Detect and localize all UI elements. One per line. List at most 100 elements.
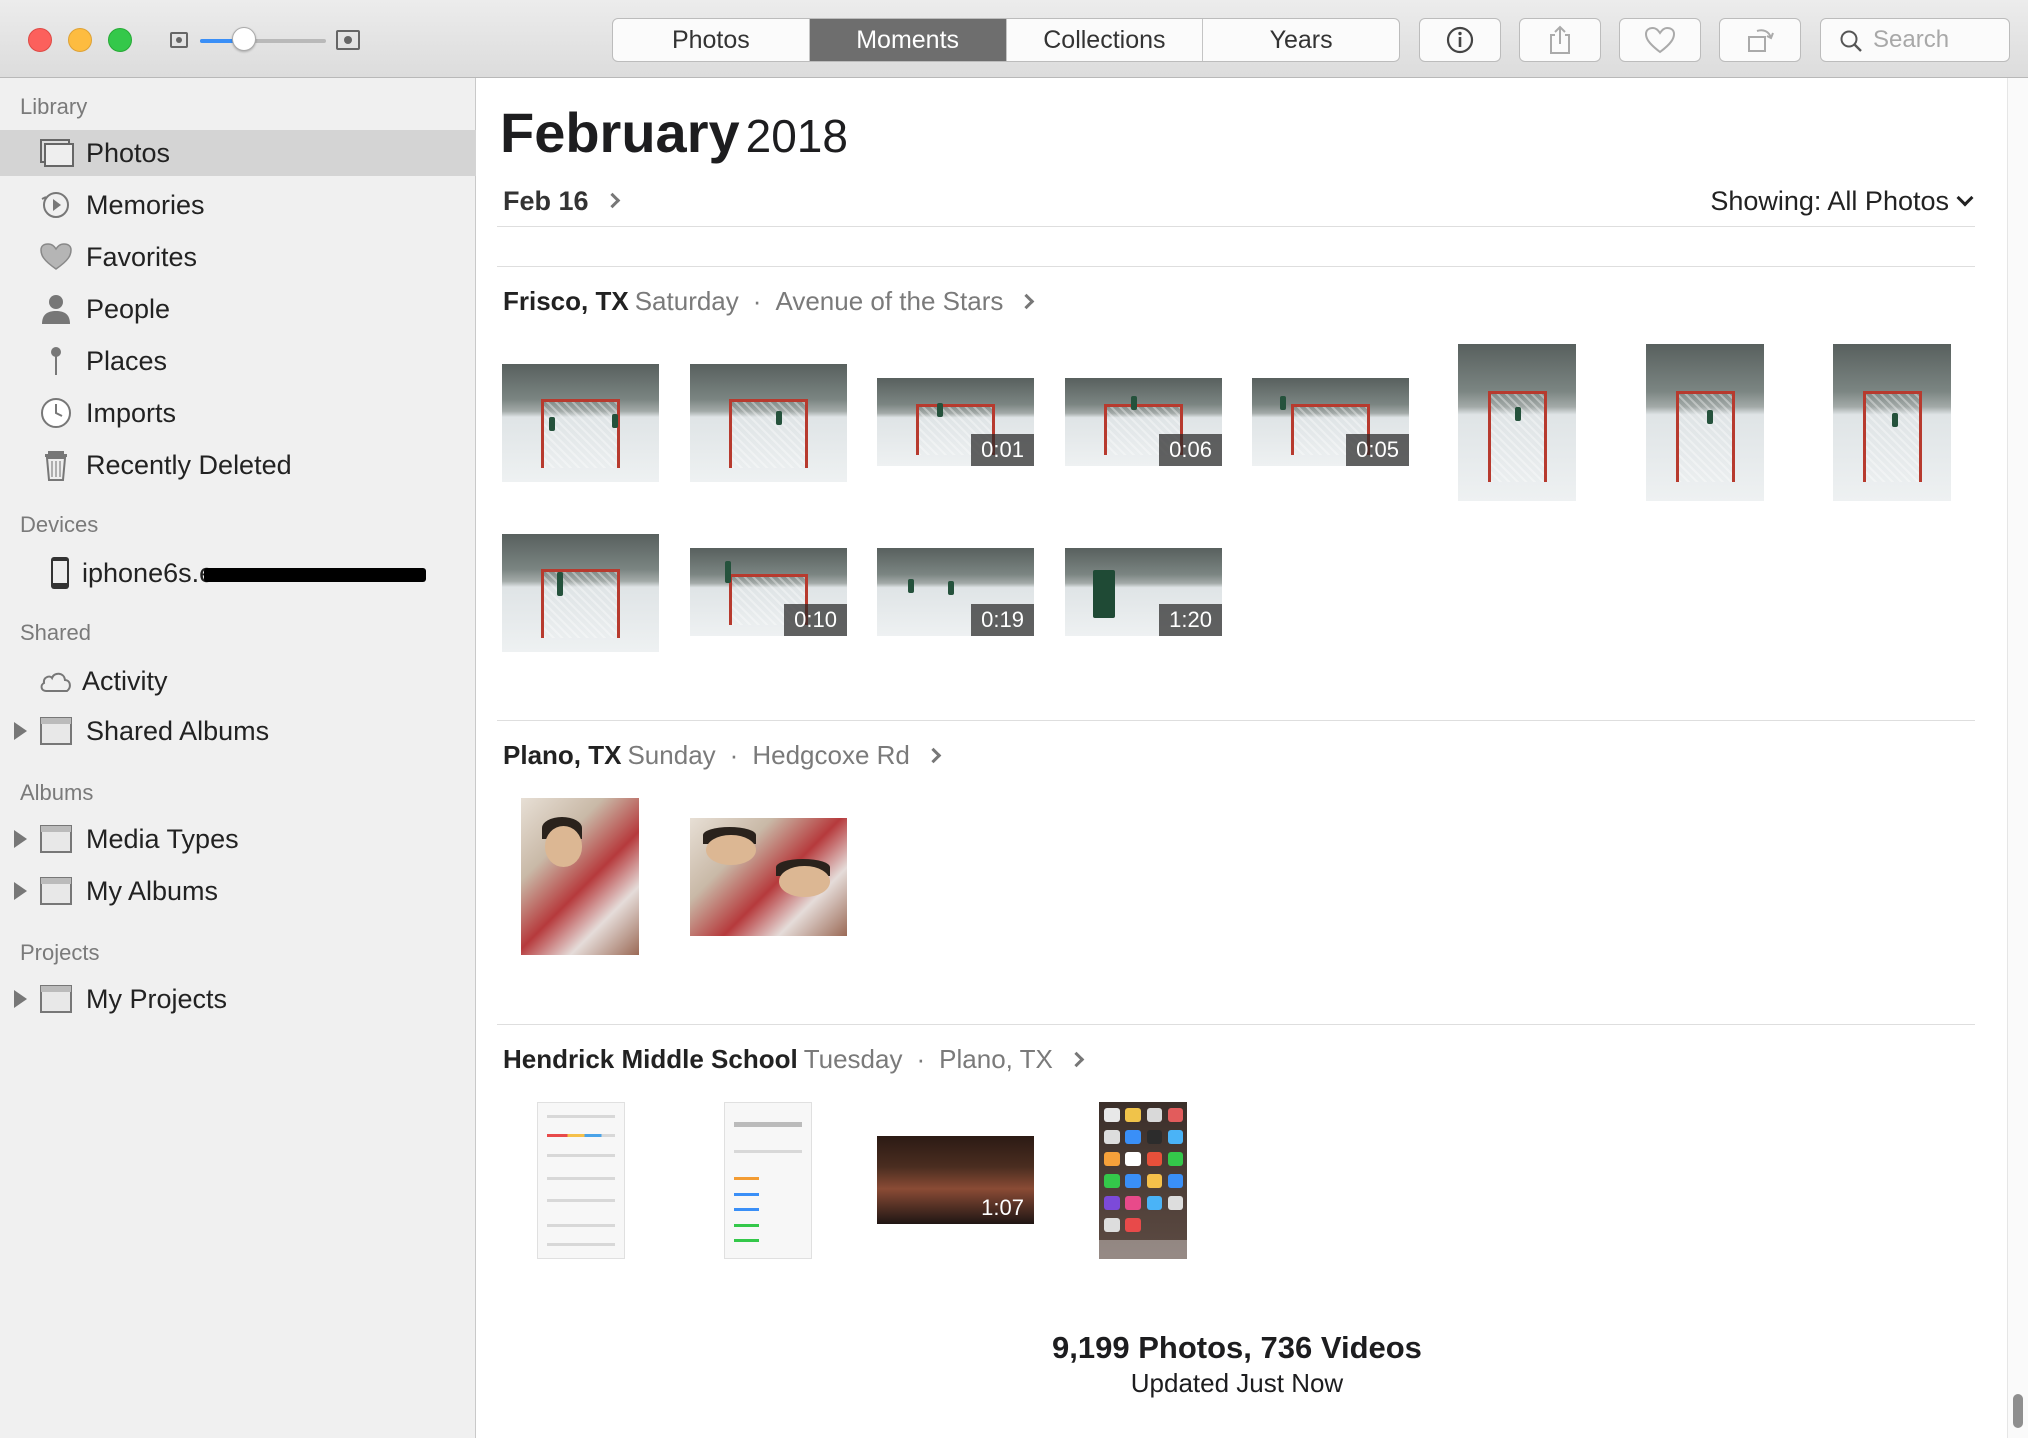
screenshot-thumbnail[interactable]	[1099, 1102, 1187, 1259]
tab-collections[interactable]: Collections	[1007, 19, 1204, 61]
photo-thumbnail[interactable]	[1458, 344, 1576, 501]
divider	[497, 226, 1975, 227]
video-duration: 0:10	[784, 604, 847, 636]
video-thumbnail[interactable]: 0:05	[1252, 378, 1409, 466]
library-count: 9,199 Photos, 736 Videos	[1052, 1330, 1422, 1365]
disclosure-triangle-icon[interactable]	[14, 882, 27, 900]
app-icon	[1104, 1196, 1121, 1211]
albums-section-header: Albums	[20, 780, 94, 805]
sidebar-item-places[interactable]: Places	[0, 338, 476, 384]
slider-knob[interactable]	[232, 27, 256, 51]
devices-section-header: Devices	[20, 512, 99, 537]
sidebar-item-imports[interactable]: Imports	[0, 390, 476, 436]
sidebar-item-shared-albums[interactable]: Shared Albums	[0, 708, 476, 754]
photo-thumbnail[interactable]	[690, 364, 847, 482]
video-thumbnail[interactable]: 0:06	[1065, 378, 1222, 466]
share-button[interactable]	[1519, 18, 1601, 62]
info-icon	[1446, 26, 1474, 54]
scrollbar-thumb[interactable]	[2013, 1394, 2023, 1428]
screenshot-thumbnail[interactable]	[724, 1102, 812, 1259]
sidebar-item-memories[interactable]: Memories	[0, 182, 476, 228]
moment-day: Sunday	[627, 740, 716, 770]
sidebar-item-people[interactable]: People	[0, 286, 476, 332]
iphone-icon	[51, 557, 69, 589]
moment-header[interactable]: Plano, TX Sunday · Hedgcoxe Rd	[503, 740, 942, 771]
favorite-button[interactable]	[1619, 18, 1701, 62]
tab-moments[interactable]: Moments	[809, 19, 1007, 61]
divider	[497, 266, 1975, 267]
video-thumbnail[interactable]: 1:20	[1065, 548, 1222, 636]
disclosure-triangle-icon[interactable]	[14, 830, 27, 848]
video-thumbnail[interactable]: 1:07	[877, 1136, 1034, 1224]
album-icon	[40, 877, 72, 905]
video-thumbnail[interactable]: 0:01	[877, 378, 1034, 466]
date-header[interactable]: Feb 16	[503, 186, 620, 217]
sidebar-item-device[interactable]: iphone6s.e	[0, 550, 476, 596]
sidebar-item-my-albums[interactable]: My Albums	[0, 868, 476, 914]
photo-thumbnail[interactable]	[502, 364, 659, 482]
app-icon	[1125, 1218, 1142, 1233]
chevron-right-icon	[604, 193, 620, 209]
player	[611, 413, 618, 428]
disclosure-triangle-icon[interactable]	[14, 722, 27, 740]
sidebar-item-my-projects[interactable]: My Projects	[0, 976, 476, 1022]
app-icon	[1167, 1152, 1184, 1167]
sidebar-item-media-types[interactable]: Media Types	[0, 816, 476, 862]
chevron-right-icon	[1019, 293, 1035, 309]
rotate-button[interactable]	[1719, 18, 1801, 62]
ui-line	[733, 1192, 760, 1196]
player	[947, 581, 954, 596]
photo-thumbnail[interactable]	[502, 534, 659, 652]
photo-thumbnail[interactable]	[521, 798, 639, 955]
moments-view: February 2018 Feb 16 Showing: All Photos …	[477, 78, 2007, 1438]
tab-years[interactable]: Years	[1203, 19, 1399, 61]
player	[1093, 570, 1116, 618]
tab-photos[interactable]: Photos	[613, 19, 810, 61]
app-icon	[1167, 1108, 1184, 1123]
player	[1514, 406, 1521, 421]
person-icon	[42, 295, 70, 324]
showing-label: Showing: All Photos	[1710, 186, 1949, 216]
screenshot-thumbnail[interactable]	[537, 1102, 625, 1259]
search-icon	[1840, 30, 1862, 52]
zoom-window-button[interactable]	[108, 28, 132, 52]
close-window-button[interactable]	[28, 28, 52, 52]
ui-line	[546, 1242, 616, 1246]
photo-thumbnail[interactable]	[1646, 344, 1764, 501]
app-icon	[1167, 1174, 1184, 1189]
search-field[interactable]: Search	[1820, 18, 2010, 62]
vertical-scrollbar[interactable]	[2007, 78, 2028, 1438]
sidebar-item-label: Recently Deleted	[86, 450, 292, 480]
app-icon	[1167, 1130, 1184, 1145]
hockey-net	[729, 399, 808, 468]
chevron-right-icon	[925, 747, 942, 763]
separator-dot: ·	[916, 1044, 926, 1074]
video-duration: 1:20	[1159, 604, 1222, 636]
showing-filter-dropdown[interactable]: Showing: All Photos	[1710, 186, 1974, 217]
thumbnail-size-slider[interactable]	[200, 39, 326, 43]
video-thumbnail[interactable]: 0:10	[690, 548, 847, 636]
video-duration: 0:06	[1159, 434, 1222, 466]
face	[544, 826, 583, 868]
video-thumbnail[interactable]: 0:19	[877, 548, 1034, 636]
minimize-window-button[interactable]	[68, 28, 92, 52]
disclosure-triangle-icon[interactable]	[14, 990, 27, 1008]
sidebar-item-activity[interactable]: Activity	[0, 658, 476, 704]
app-icon	[1167, 1196, 1184, 1211]
projects-section-header: Projects	[20, 940, 100, 965]
moment-day: Saturday	[634, 286, 739, 316]
photo-thumbnail[interactable]	[690, 818, 847, 936]
sidebar-item-recently-deleted[interactable]: Recently Deleted	[0, 442, 476, 488]
photo-thumbnail[interactable]	[1833, 344, 1951, 501]
moment-header[interactable]: Frisco, TX Saturday · Avenue of the Stars	[503, 286, 1035, 317]
moment-header[interactable]: Hendrick Middle School Tuesday · Plano, TX	[503, 1044, 1085, 1075]
sidebar-item-favorites[interactable]: Favorites	[0, 234, 476, 280]
info-button[interactable]	[1419, 18, 1501, 62]
photos-icon	[40, 139, 74, 167]
heart-icon	[40, 243, 72, 270]
album-icon	[40, 985, 72, 1013]
search-placeholder: Search	[1873, 26, 1950, 53]
redaction-bar	[204, 568, 426, 582]
sidebar-item-photos[interactable]: Photos	[0, 130, 476, 176]
clock-icon	[41, 398, 71, 428]
